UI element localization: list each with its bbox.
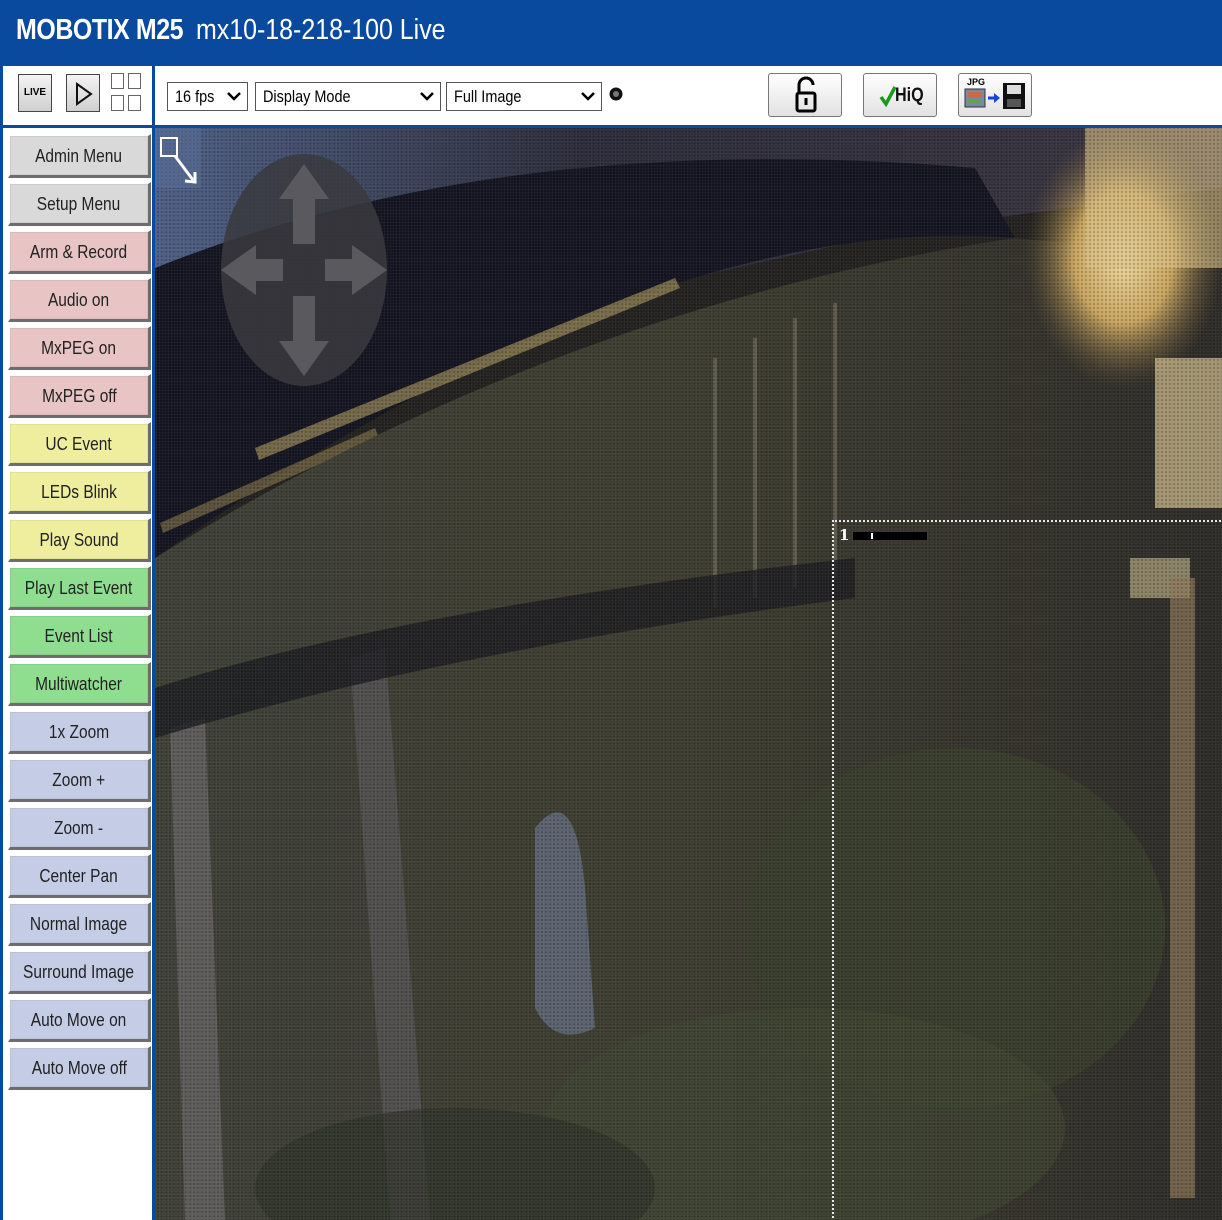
button-label: MxPEG off: [41, 386, 117, 406]
toolbar: LIVE 16 fps Display Mode Full Image HiQ …: [0, 66, 1222, 128]
image-select[interactable]: Full Image: [446, 82, 602, 111]
display-mode-value: Display Mode: [263, 87, 351, 106]
button-label: MxPEG on: [41, 338, 117, 358]
play-sound-button[interactable]: Play Sound: [8, 518, 151, 562]
uc-event-button[interactable]: UC Event: [8, 422, 151, 466]
button-label: Arm & Record: [30, 242, 128, 262]
zoom-select-icon[interactable]: [155, 128, 201, 188]
button-label: Surround Image: [23, 962, 135, 982]
hiq-label: HiQ: [895, 85, 924, 106]
save-jpg-button[interactable]: JPG: [958, 73, 1032, 117]
brand-title: MOBOTIX M25: [16, 14, 184, 46]
fps-select[interactable]: 16 fps: [167, 82, 248, 111]
button-label: Auto Move off: [31, 1058, 127, 1078]
chevron-down-icon: [581, 92, 595, 101]
auto-move-on-button[interactable]: Auto Move on: [8, 998, 151, 1042]
live-button[interactable]: LIVE: [18, 74, 52, 112]
button-label: Auto Move on: [31, 1010, 127, 1030]
roi-frame[interactable]: [832, 520, 1222, 1220]
display-mode-select[interactable]: Display Mode: [255, 82, 441, 111]
status-dot-icon: [609, 87, 623, 101]
arm-record-button[interactable]: Arm & Record: [8, 230, 151, 274]
save-floppy-icon: [964, 83, 1025, 109]
setup-menu-button[interactable]: Setup Menu: [8, 182, 151, 226]
button-label: UC Event: [45, 434, 113, 454]
fps-select-value: 16 fps: [175, 87, 215, 106]
button-label: Play Sound: [39, 530, 119, 550]
grid-layout-icon[interactable]: [111, 73, 143, 113]
button-label: Multiwatcher: [35, 674, 123, 694]
zoom-in-button[interactable]: Zoom +: [8, 758, 151, 802]
roi-indicator-bar: [853, 532, 927, 540]
pan-arrows-icon[interactable]: [221, 154, 387, 386]
live-label: LIVE: [23, 87, 47, 98]
audio-on-button[interactable]: Audio on: [8, 278, 151, 322]
button-label: Event List: [45, 626, 113, 646]
surround-image-button[interactable]: Surround Image: [8, 950, 151, 994]
view-controls: LIVE: [0, 66, 155, 128]
mxpeg-off-button[interactable]: MxPEG off: [8, 374, 151, 418]
unlock-icon: [795, 76, 817, 113]
multiwatcher-button[interactable]: Multiwatcher: [8, 662, 151, 706]
sidebar: Admin Menu Setup Menu Arm & Record Audio…: [0, 128, 155, 1220]
button-label: Normal Image: [30, 914, 128, 934]
button-label: Zoom -: [54, 818, 104, 838]
title-bar: MOBOTIX M25 mx10-18-218-100 Live: [0, 0, 1222, 66]
button-label: Zoom +: [52, 770, 106, 790]
image-select-value: Full Image: [454, 87, 522, 106]
center-pan-button[interactable]: Center Pan: [8, 854, 151, 898]
button-label: Admin Menu: [35, 146, 123, 166]
button-label: Play Last Event: [25, 578, 133, 598]
button-label: Setup Menu: [37, 194, 121, 214]
roi-number: 1: [839, 526, 850, 544]
auto-move-off-button[interactable]: Auto Move off: [8, 1046, 151, 1090]
unlock-button[interactable]: [768, 73, 842, 117]
event-list-button[interactable]: Event List: [8, 614, 151, 658]
mxpeg-on-button[interactable]: MxPEG on: [8, 326, 151, 370]
play-icon: [76, 82, 93, 106]
zoom-1x-button[interactable]: 1x Zoom: [8, 710, 151, 754]
camera-live-image[interactable]: 1: [155, 128, 1222, 1220]
admin-menu-button[interactable]: Admin Menu: [8, 134, 151, 178]
chevron-down-icon: [420, 92, 434, 101]
play-last-event-button[interactable]: Play Last Event: [8, 566, 151, 610]
button-label: Audio on: [48, 290, 110, 310]
button-label: 1x Zoom: [48, 722, 110, 742]
chevron-down-icon: [227, 92, 241, 101]
camera-name: mx10-18-218-100 Live: [196, 14, 446, 46]
button-label: LEDs Blink: [41, 482, 117, 502]
normal-image-button[interactable]: Normal Image: [8, 902, 151, 946]
button-label: Center Pan: [39, 866, 119, 886]
zoom-out-button[interactable]: Zoom -: [8, 806, 151, 850]
leds-blink-button[interactable]: LEDs Blink: [8, 470, 151, 514]
player-button[interactable]: [66, 74, 100, 112]
hiq-button[interactable]: HiQ: [863, 73, 937, 117]
